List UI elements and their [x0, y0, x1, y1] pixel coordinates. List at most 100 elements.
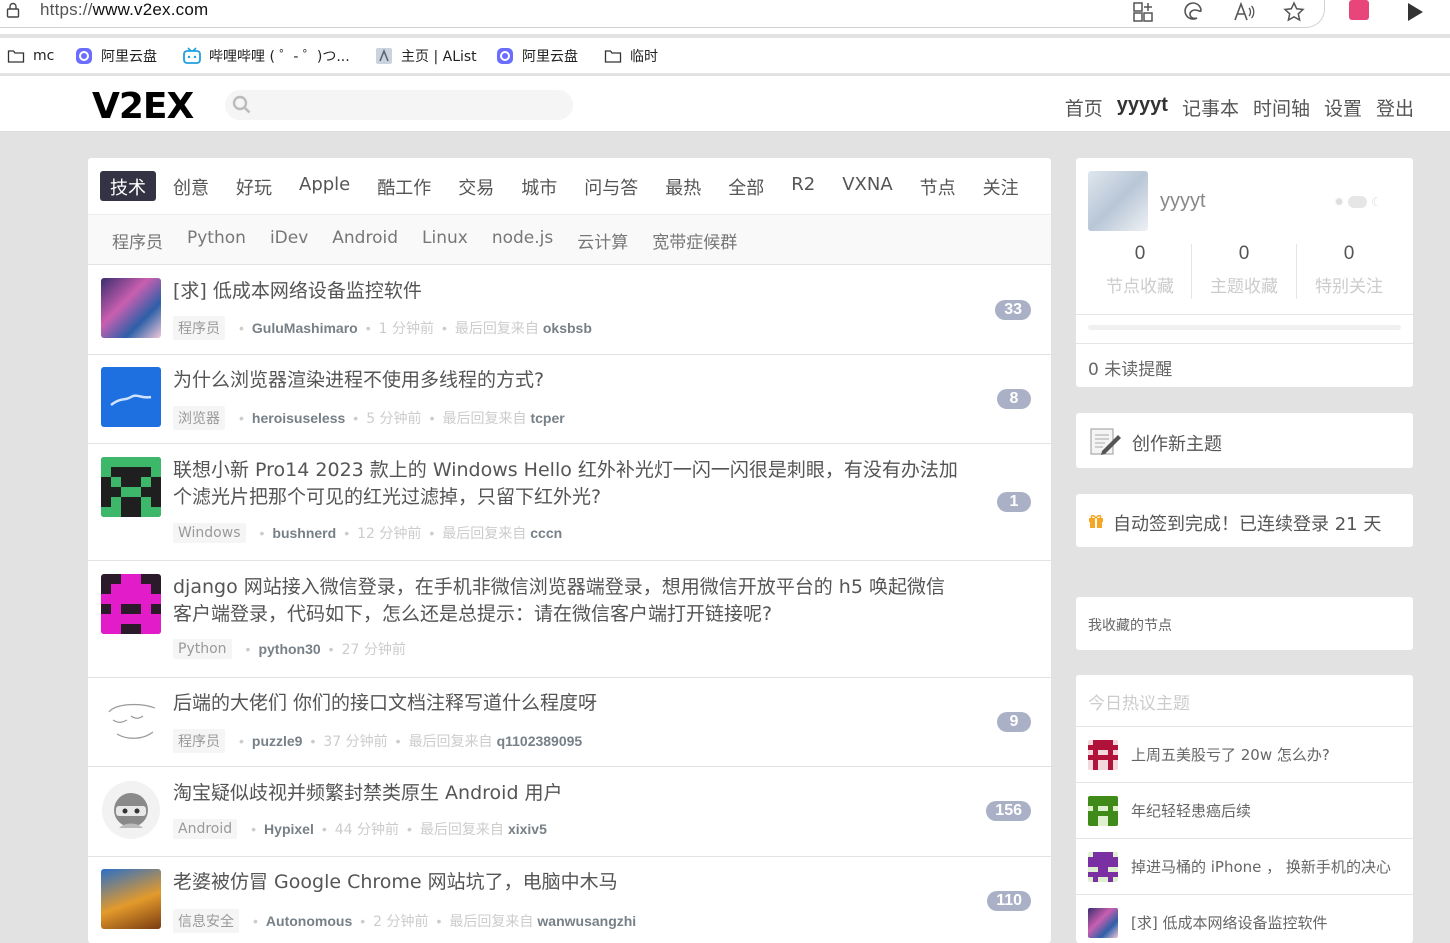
node-tag[interactable]: 程序员: [173, 729, 225, 753]
topic-title[interactable]: django 网站接入微信登录，在手机非微信浏览器端登录，想用微信开放平台的 h…: [173, 574, 963, 628]
subtab-broadband[interactable]: 宽带症候群: [652, 228, 737, 264]
node-tag[interactable]: Android: [173, 819, 238, 839]
tab-vxna[interactable]: VXNA: [832, 171, 902, 201]
subtab-python[interactable]: Python: [187, 228, 246, 264]
stat-following[interactable]: 0 特别关注: [1297, 243, 1401, 297]
topic-author[interactable]: puzzle9: [252, 733, 303, 749]
create-topic-link[interactable]: 创作新主题: [1132, 430, 1222, 456]
reply-count-badge[interactable]: 8: [997, 389, 1031, 409]
last-reply-user[interactable]: wanwusangzhi: [537, 913, 636, 929]
subtab-cloud[interactable]: 云计算: [577, 228, 628, 264]
bookmark-aliyun-2[interactable]: 阿里云盘: [496, 44, 578, 68]
node-tag[interactable]: 程序员: [173, 316, 225, 340]
theme-toggle[interactable]: ✹ ☾: [1334, 195, 1382, 209]
last-reply-user[interactable]: cccn: [530, 525, 562, 541]
avatar[interactable]: [101, 367, 161, 427]
user-name[interactable]: yyyyt: [1160, 190, 1206, 213]
topic-author[interactable]: bushnerd: [272, 525, 336, 541]
last-reply-user[interactable]: xixiv5: [508, 821, 547, 837]
hot-topic-item[interactable]: 上周五美股亏了 20w 怎么办?: [1076, 726, 1413, 782]
translate-extension-icon[interactable]: [1349, 0, 1369, 20]
avatar[interactable]: [101, 690, 161, 750]
topic-author[interactable]: Autonomous: [266, 913, 352, 929]
read-aloud-icon[interactable]: [1232, 0, 1256, 24]
topic-title[interactable]: 后端的大佬们 你们的接口文档注释写道什么程度呀: [173, 690, 963, 717]
split-screen-icon[interactable]: [1131, 0, 1155, 24]
hot-topic-item[interactable]: 掉进马桶的 iPhone ， 换新手机的决心: [1076, 838, 1413, 894]
topic-title[interactable]: 联想小新 Pro14 2023 款上的 Windows Hello 红外补光灯一…: [173, 457, 963, 511]
reply-count-badge[interactable]: 110: [987, 891, 1031, 911]
tab-nodes[interactable]: 节点: [910, 171, 966, 201]
search-input[interactable]: [225, 90, 573, 120]
subtab-linux[interactable]: Linux: [422, 228, 468, 264]
avatar[interactable]: [1088, 907, 1118, 938]
subtab-android[interactable]: Android: [332, 228, 398, 264]
tab-following[interactable]: 关注: [973, 171, 1029, 201]
topic-author[interactable]: GuluMashimaro: [252, 320, 358, 336]
tab-city[interactable]: 城市: [511, 171, 567, 201]
hot-topic-item[interactable]: [求] 低成本网络设备监控软件: [1076, 894, 1413, 943]
stat-topic-favs[interactable]: 0 主题收藏: [1192, 243, 1296, 297]
tab-hot[interactable]: 最热: [655, 171, 711, 201]
last-reply-user[interactable]: q1102389095: [497, 733, 583, 749]
stat-node-favs[interactable]: 0 节点收藏: [1088, 243, 1192, 297]
bookmark-bilibili[interactable]: 哔哩哔哩 ( ゜- ゜)つ...: [183, 44, 350, 68]
unread-notifications[interactable]: 0 未读提醒: [1088, 355, 1172, 380]
avatar[interactable]: [101, 780, 161, 840]
tab-r2[interactable]: R2: [781, 171, 825, 201]
avatar[interactable]: [101, 457, 161, 517]
nav-username[interactable]: yyyyt: [1117, 94, 1168, 121]
avatar[interactable]: [1088, 739, 1118, 770]
nav-home[interactable]: 首页: [1065, 94, 1103, 121]
topic-author[interactable]: Hypixel: [264, 821, 314, 837]
tab-jobs[interactable]: 酷工作: [367, 171, 441, 201]
node-tag[interactable]: Python: [173, 639, 232, 659]
node-tag[interactable]: 信息安全: [173, 909, 239, 933]
bookmark-temp[interactable]: 临时: [604, 44, 658, 68]
tab-qna[interactable]: 问与答: [574, 171, 648, 201]
reply-count-badge[interactable]: 9: [997, 712, 1031, 732]
nav-logout[interactable]: 登出: [1376, 94, 1414, 121]
topic-author[interactable]: heroisuseless: [252, 410, 345, 426]
tab-tech[interactable]: 技术: [100, 171, 156, 201]
play-icon[interactable]: [1403, 0, 1427, 24]
site-logo[interactable]: V2EX: [92, 86, 194, 127]
reply-count-badge[interactable]: 156: [986, 801, 1031, 821]
node-tag[interactable]: 浏览器: [173, 406, 225, 430]
topic-title[interactable]: 老婆被仿冒 Google Chrome 网站坑了，电脑中木马: [173, 869, 963, 896]
subtab-idev[interactable]: iDev: [270, 228, 308, 264]
topic-title[interactable]: [求] 低成本网络设备监控软件: [173, 278, 963, 305]
favorite-star-icon[interactable]: [1282, 0, 1306, 24]
reply-count-badge[interactable]: 33: [995, 300, 1031, 320]
nav-notes[interactable]: 记事本: [1182, 94, 1239, 121]
tab-creative[interactable]: 创意: [163, 171, 219, 201]
tab-all[interactable]: 全部: [718, 171, 774, 201]
topic-title[interactable]: 淘宝疑似歧视并频繁封禁类原生 Android 用户: [173, 780, 963, 807]
topic-author[interactable]: python30: [258, 641, 320, 657]
last-reply-user[interactable]: tcper: [530, 410, 564, 426]
tab-deals[interactable]: 交易: [448, 171, 504, 201]
avatar[interactable]: [101, 869, 161, 929]
tab-fun[interactable]: 好玩: [226, 171, 282, 201]
avatar[interactable]: [101, 574, 161, 634]
last-reply-user[interactable]: oksbsb: [543, 320, 592, 336]
subtab-programmer[interactable]: 程序员: [112, 228, 163, 264]
nav-timeline[interactable]: 时间轴: [1253, 94, 1310, 121]
fav-nodes-title[interactable]: 我收藏的节点: [1088, 615, 1172, 635]
edge-icon[interactable]: [1181, 0, 1205, 24]
nav-settings[interactable]: 设置: [1324, 94, 1362, 121]
avatar[interactable]: [1088, 795, 1118, 826]
topic-title[interactable]: 为什么浏览器渲染进程不使用多线程的方式?: [173, 367, 963, 394]
avatar[interactable]: [101, 278, 161, 338]
lock-icon[interactable]: [6, 2, 20, 18]
subtab-nodejs[interactable]: node.js: [492, 228, 553, 264]
url-text[interactable]: https://www.v2ex.com: [40, 0, 208, 20]
user-avatar[interactable]: [1088, 171, 1148, 231]
bookmark-mc[interactable]: mc: [7, 44, 54, 68]
avatar[interactable]: [1088, 851, 1118, 882]
bookmark-aliyun[interactable]: 阿里云盘: [75, 44, 157, 68]
reply-count-badge[interactable]: 1: [997, 492, 1031, 512]
bookmark-alist[interactable]: 主页 | AList: [375, 44, 477, 68]
tab-apple[interactable]: Apple: [289, 171, 360, 201]
node-tag[interactable]: Windows: [173, 523, 246, 543]
